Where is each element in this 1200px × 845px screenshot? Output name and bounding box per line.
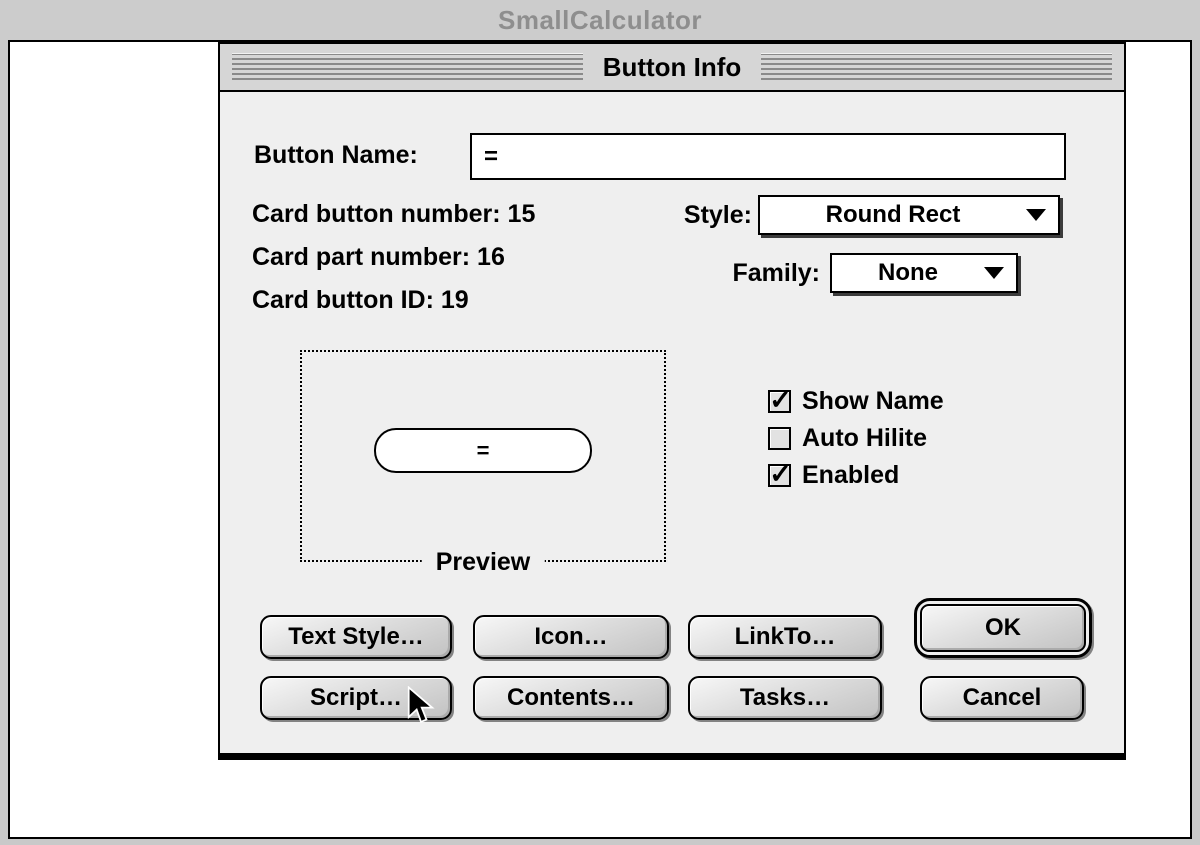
text-style-button[interactable]: Text Style…: [260, 615, 452, 659]
card-part-number-line: Card part number: 16: [252, 236, 535, 279]
dropdown-arrow-icon: [1026, 209, 1046, 221]
style-dropdown[interactable]: Round Rect: [758, 195, 1060, 235]
checkbox-group: ✓ Show Name ✓ Auto Hilite ✓ Enabled: [768, 383, 944, 494]
family-dropdown-value: None: [878, 259, 938, 286]
style-dropdown-value: Round Rect: [825, 201, 961, 228]
ok-default-button-ring: OK: [914, 598, 1092, 658]
dialog-titlebar[interactable]: Button Info: [220, 44, 1124, 92]
checkbox-box: ✓: [768, 458, 792, 489]
cancel-button[interactable]: Cancel: [920, 676, 1084, 720]
card-button-id-value: 19: [440, 286, 469, 314]
contents-button[interactable]: Contents…: [473, 676, 669, 720]
checkbox-box: ✓: [768, 427, 791, 450]
card-button-number-value: 15: [507, 200, 536, 228]
preview-area: = Preview: [300, 350, 666, 577]
button-name-label: Button Name:: [254, 141, 418, 169]
window-titlebar[interactable]: SmallCalculator: [0, 0, 1200, 40]
card-button-id-label: Card button ID:: [252, 286, 434, 314]
mouse-cursor-icon: [407, 686, 435, 723]
titlebar-stripes-right: [761, 53, 1113, 81]
card-button-id-line: Card button ID: 19: [252, 279, 535, 322]
style-label: Style:: [683, 201, 752, 229]
family-dropdown[interactable]: None: [830, 253, 1018, 293]
dropdown-arrow-icon: [984, 267, 1004, 279]
card-part-number-label: Card part number:: [252, 243, 471, 271]
screen: SmallCalculator Button Info Button Name:…: [0, 0, 1200, 845]
icon-button[interactable]: Icon…: [473, 615, 669, 659]
window-title: SmallCalculator: [497, 4, 702, 35]
tasks-button[interactable]: Tasks…: [688, 676, 882, 720]
ok-button[interactable]: OK: [920, 604, 1086, 652]
card-part-number-value: 16: [477, 243, 505, 271]
preview-button-label: =: [476, 437, 490, 463]
button-name-input[interactable]: [470, 133, 1066, 180]
checkbox-enabled[interactable]: ✓ Enabled: [768, 457, 944, 494]
linkto-button[interactable]: LinkTo…: [688, 615, 882, 659]
preview-button: =: [374, 428, 592, 473]
checkbox-auto-hilite[interactable]: ✓ Auto Hilite: [768, 420, 944, 457]
checkbox-show-name[interactable]: ✓ Show Name: [768, 383, 944, 420]
button-info-dialog: Button Info Button Name: Card button num…: [218, 42, 1126, 755]
checkbox-box: ✓: [768, 384, 792, 415]
info-lines: Card button number: 15 Card part number:…: [252, 193, 535, 322]
card-button-number-label: Card button number:: [252, 200, 501, 228]
preview-caption: Preview: [421, 548, 545, 577]
check-icon: ✓: [769, 384, 792, 415]
checkbox-label: Enabled: [802, 461, 900, 489]
titlebar-stripes-left: [232, 53, 583, 81]
checkbox-label: Show Name: [802, 387, 944, 415]
dialog-title: Button Info: [586, 51, 758, 83]
card-button-number-line: Card button number: 15: [252, 193, 535, 236]
checkbox-label: Auto Hilite: [802, 424, 927, 452]
family-label: Family:: [732, 259, 820, 287]
check-icon: ✓: [769, 458, 792, 489]
